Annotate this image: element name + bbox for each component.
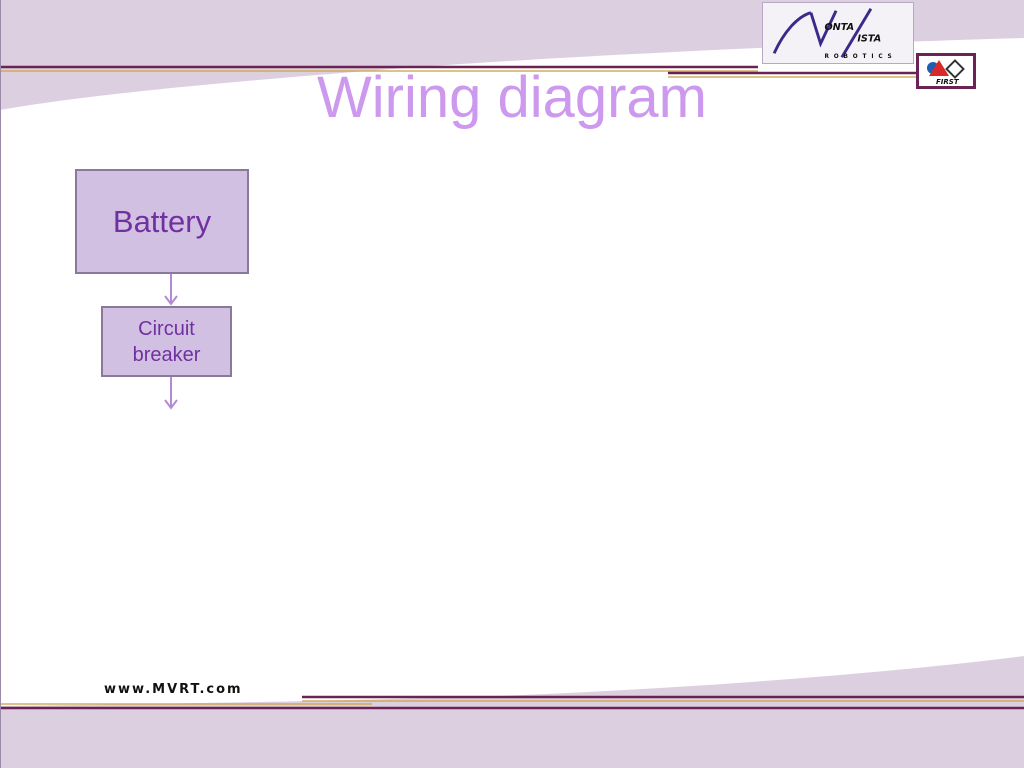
team-logo-text-3: ROBOTICS [824,54,896,60]
circuit-breaker-label: Circuit breaker [132,317,201,366]
team-logo-graphic: ONTA ISTA ROBOTICS [772,8,896,60]
battery-label: Battery [112,203,212,239]
bottom-band [0,656,1024,768]
first-logo-graphic: FIRST [927,59,965,86]
slide-title: Wiring diagram [317,65,707,130]
footer-url: www.MVRT.com [104,682,243,697]
first-logo-text: FIRST [936,78,960,86]
team-logo-text-1: ONTA [824,22,854,33]
slide: Wiring diagram ONTA ISTA ROBOTICS FIRST … [0,0,1024,768]
first-logo: FIRST [916,53,976,89]
team-logo: ONTA ISTA ROBOTICS [762,2,914,64]
team-logo-text-2: ISTA [857,34,881,45]
battery-box: Battery [75,169,249,274]
circuit-breaker-box: Circuit breaker [101,306,232,377]
